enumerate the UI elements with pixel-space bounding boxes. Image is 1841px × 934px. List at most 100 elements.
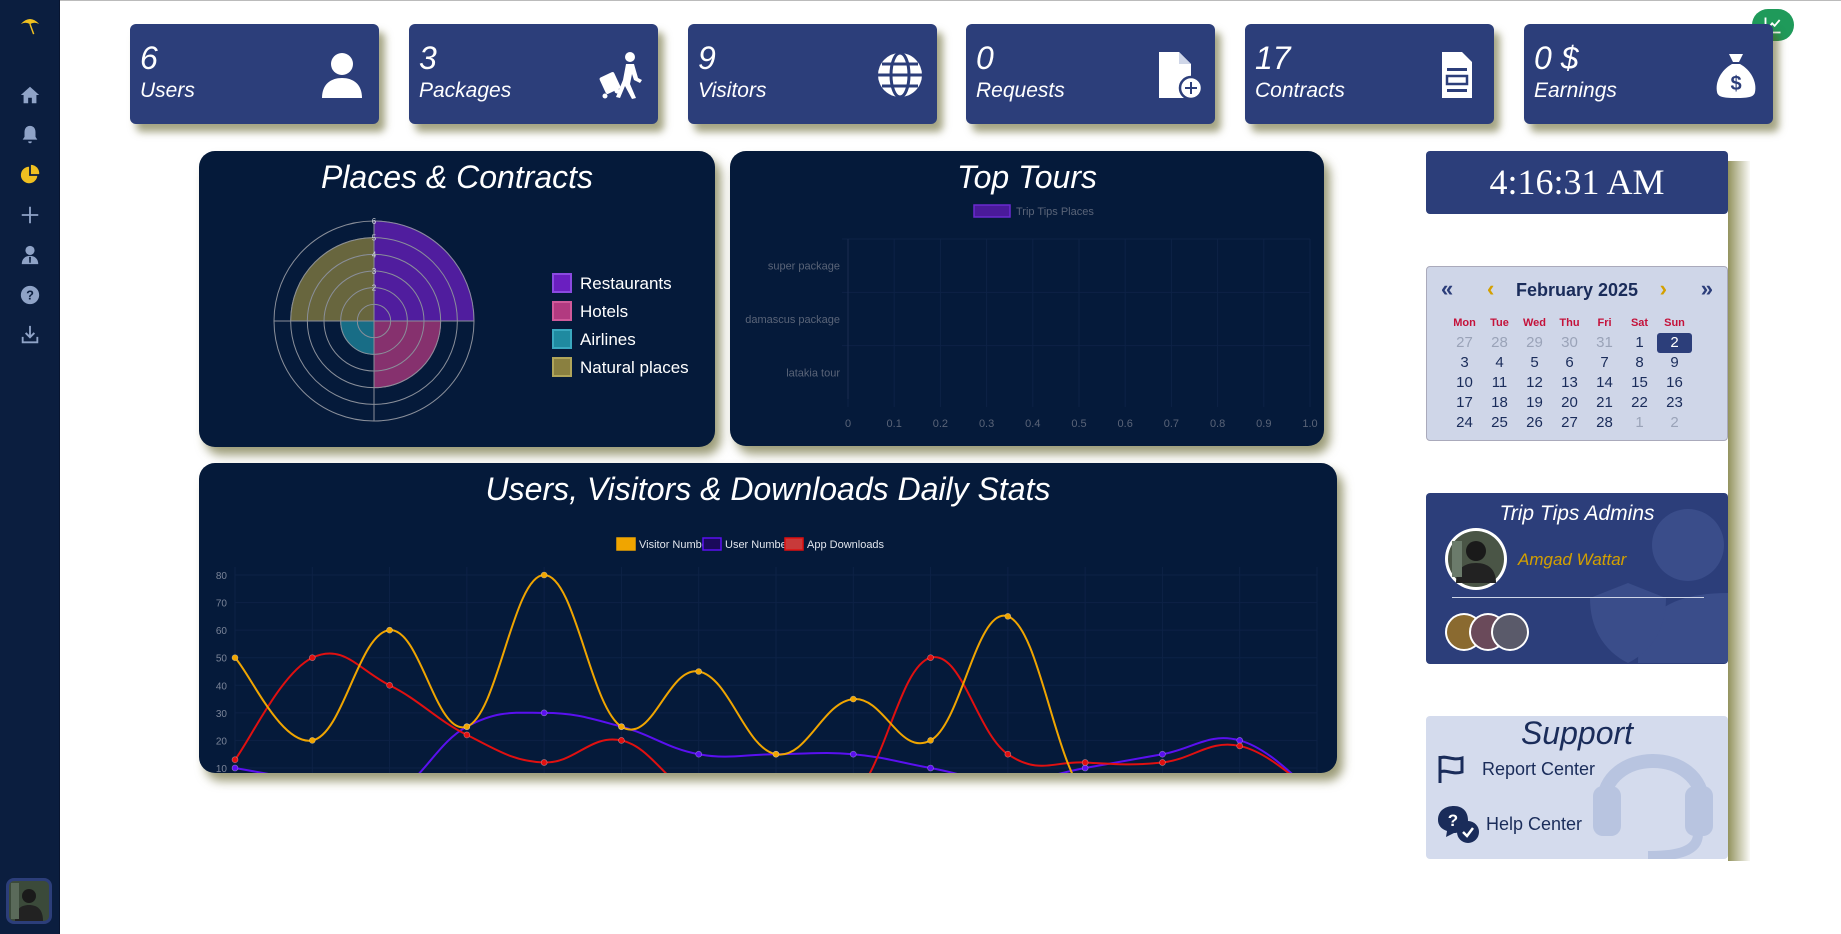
data-point <box>772 750 780 758</box>
calendar-day[interactable]: 15 <box>1622 373 1657 393</box>
calendar-day[interactable]: 7 <box>1587 353 1622 373</box>
polar-tick-label: 4 <box>372 250 377 259</box>
card-contracts[interactable]: 17 Contracts <box>1245 24 1494 124</box>
x-tick-label: 0.5 <box>1071 418 1086 430</box>
card-label: Users <box>140 79 195 102</box>
calendar-day[interactable]: 19 <box>1517 393 1552 413</box>
bell-icon[interactable] <box>15 120 45 150</box>
x-tick-label: 0.3 <box>979 418 994 430</box>
calendar-day[interactable]: 2 <box>1657 413 1692 433</box>
card-visitors[interactable]: 9 Visitors <box>688 24 937 124</box>
calendar-day[interactable]: 26 <box>1517 413 1552 433</box>
calendar-day[interactable]: 1 <box>1622 413 1657 433</box>
calendar-day[interactable]: 23 <box>1657 393 1692 413</box>
x-tick-label: 1.0 <box>1302 418 1317 430</box>
calendar-day[interactable]: 17 <box>1447 393 1482 413</box>
calendar-day[interactable]: 9 <box>1657 353 1692 373</box>
data-point <box>231 654 239 662</box>
card-label: Contracts <box>1255 79 1345 102</box>
next-month-button[interactable]: › <box>1660 278 1667 300</box>
legend-item-restaurants[interactable]: Restaurants <box>552 273 689 293</box>
calendar-day[interactable]: 16 <box>1657 373 1692 393</box>
data-point <box>927 654 934 662</box>
main-admin-name[interactable]: Amgad Wattar <box>1518 551 1626 568</box>
data-point <box>1081 764 1089 772</box>
top-tours-panel: Top Tours Trip Tips Places 0 0.1 0.2 0.3 0.4 0… <box>730 151 1324 446</box>
calendar-day[interactable]: 25 <box>1482 413 1517 433</box>
data-point <box>540 709 548 717</box>
home-icon[interactable] <box>15 80 45 110</box>
legend-swatch <box>552 273 572 293</box>
calendar-day[interactable]: 2 <box>1657 333 1692 353</box>
next-year-button[interactable]: » <box>1701 278 1713 300</box>
support-panel: Support Report Center ? Help Center <box>1426 716 1728 859</box>
card-value: 0 <box>976 40 994 76</box>
report-center-link[interactable]: Report Center <box>1436 754 1595 784</box>
download-icon[interactable] <box>15 320 45 350</box>
user-avatar[interactable] <box>6 878 52 924</box>
y-tick-label: damascus package <box>745 314 840 326</box>
calendar-day[interactable]: 30 <box>1552 333 1587 353</box>
x-tick-label: 0.1 <box>887 418 902 430</box>
card-users[interactable]: 6 Users <box>130 24 379 124</box>
plus-icon[interactable] <box>15 200 45 230</box>
user-tie-icon[interactable] <box>15 240 45 270</box>
data-point <box>927 737 934 744</box>
calendar-day[interactable]: 4 <box>1482 353 1517 373</box>
calendar-day[interactable]: 28 <box>1482 333 1517 353</box>
calendar-day[interactable]: 31 <box>1587 333 1622 353</box>
other-admins-avatars[interactable] <box>1444 611 1534 653</box>
card-packages[interactable]: 3 Packages <box>409 24 658 124</box>
calendar-day[interactable]: 22 <box>1622 393 1657 413</box>
calendar-day[interactable]: 6 <box>1552 353 1587 373</box>
main-admin-avatar[interactable] <box>1444 527 1508 591</box>
report-center-label: Report Center <box>1482 758 1596 779</box>
calendar-day[interactable]: 20 <box>1552 393 1587 413</box>
legend-item-hotels[interactable]: Hotels <box>552 301 689 321</box>
calendar-day[interactable]: 5 <box>1517 353 1552 373</box>
calendar-day[interactable]: 28 <box>1587 413 1622 433</box>
card-requests[interactable]: 0 Requests <box>966 24 1215 124</box>
calendar-day[interactable]: 24 <box>1447 413 1482 433</box>
calendar-day[interactable]: 29 <box>1517 333 1552 353</box>
weekday-header: Sun <box>1664 317 1685 329</box>
legend-swatch <box>552 301 572 321</box>
calendar-day[interactable]: 1 <box>1622 333 1657 353</box>
digital-clock: 4:16:31 AM <box>1426 151 1728 214</box>
traveler-icon <box>599 52 642 99</box>
data-point <box>695 750 703 758</box>
svg-text:?: ? <box>1448 811 1458 830</box>
admins-divider <box>1452 597 1704 598</box>
money-bag-icon: $ <box>1716 54 1756 98</box>
calendar-day[interactable]: 8 <box>1622 353 1657 373</box>
data-point <box>540 571 548 579</box>
file-plus-icon <box>1159 52 1203 100</box>
question-icon[interactable]: ? <box>15 280 45 310</box>
calendar-day[interactable]: 13 <box>1552 373 1587 393</box>
help-chat-icon: ? <box>1438 806 1479 843</box>
calendar-day[interactable]: 10 <box>1447 373 1482 393</box>
calendar-day[interactable]: 27 <box>1552 413 1587 433</box>
data-point <box>849 695 857 703</box>
polar-tick-label: 2 <box>372 284 377 293</box>
calendar-grid: Mon Tue Wed Thu Fri Sat Sun 27 28 29 30 31 1 2 3 4 5 6 7 8 9… <box>1447 313 1692 433</box>
pie-chart-icon[interactable] <box>15 160 45 190</box>
legend-item-airlines[interactable]: Airlines <box>552 329 689 349</box>
legend-label: Hotels <box>580 301 629 321</box>
places-contracts-panel: Places & Contracts 2 3 4 5 6 Restaurants Hot… <box>199 151 715 447</box>
legend-item-natural[interactable]: Natural places <box>552 357 689 377</box>
calendar-day[interactable]: 11 <box>1482 373 1517 393</box>
calendar-day[interactable]: 12 <box>1517 373 1552 393</box>
help-center-link[interactable]: ? Help Center <box>1436 804 1582 844</box>
x-tick-label: 0.2 <box>933 418 948 430</box>
calendar-day[interactable]: 27 <box>1447 333 1482 353</box>
card-earnings[interactable]: 0 $ Earnings $ <box>1524 24 1773 124</box>
calendar-day[interactable]: 21 <box>1587 393 1622 413</box>
calendar-day[interactable]: 3 <box>1447 353 1482 373</box>
calendar-day[interactable]: 14 <box>1587 373 1622 393</box>
y-tick-label: 50 <box>216 654 228 665</box>
data-point <box>308 654 316 662</box>
card-label: Requests <box>976 79 1065 102</box>
umbrella-logo-icon[interactable] <box>15 10 45 40</box>
calendar-day[interactable]: 18 <box>1482 393 1517 413</box>
